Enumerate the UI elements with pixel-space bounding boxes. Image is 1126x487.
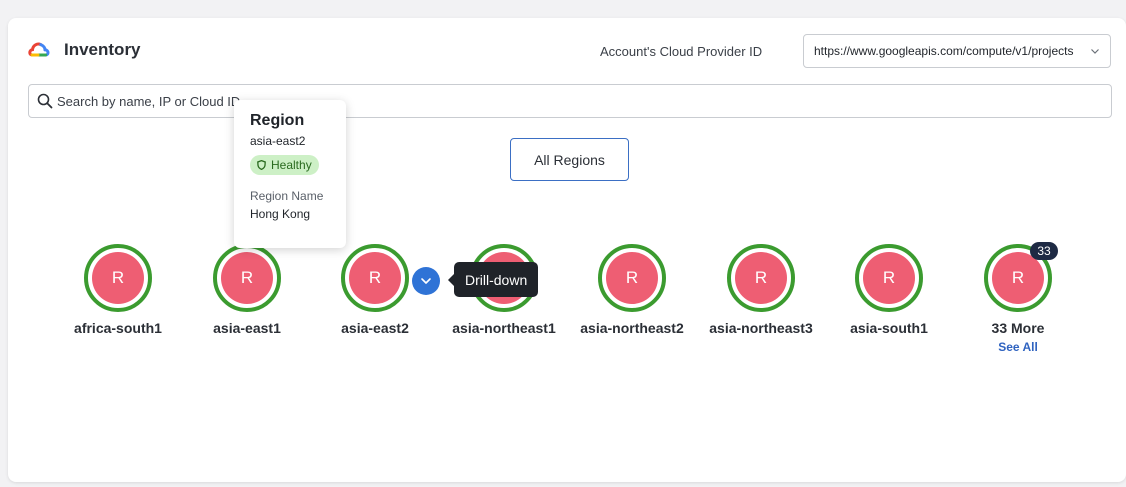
region-node-asia-south1: R asia-south1 <box>825 244 953 336</box>
region-name-label: Region Name <box>250 189 324 203</box>
inventory-panel: Inventory Account's Cloud Provider ID ht… <box>8 18 1126 482</box>
google-cloud-logo-icon <box>28 42 50 57</box>
chevron-down-icon <box>421 278 431 284</box>
region-avatar[interactable]: R <box>84 244 152 312</box>
region-avatar[interactable]: R <box>727 244 795 312</box>
region-initial: R <box>863 252 915 304</box>
provider-id-select[interactable]: https://www.googleapis.com/compute/v1/pr… <box>803 34 1111 68</box>
region-name: asia-east2 <box>341 320 409 336</box>
region-node-asia-northeast3: R asia-northeast3 <box>697 244 825 336</box>
region-avatar[interactable]: R <box>598 244 666 312</box>
page-title: Inventory <box>64 40 141 59</box>
region-initial: R <box>92 252 144 304</box>
region-name: asia-northeast1 <box>452 320 556 336</box>
see-all-link[interactable]: See All <box>954 340 1082 354</box>
provider-id-value: https://www.googleapis.com/compute/v1/pr… <box>814 44 1074 58</box>
region-initial: R <box>349 252 401 304</box>
region-name: asia-northeast2 <box>580 320 684 336</box>
search-input[interactable] <box>57 93 1097 109</box>
provider-id-label: Account's Cloud Provider ID <box>600 44 763 59</box>
region-node-asia-northeast2: R asia-northeast2 <box>568 244 696 336</box>
region-name: asia-northeast3 <box>709 320 813 336</box>
chevron-down-icon <box>1091 49 1099 54</box>
region-avatar[interactable]: R <box>341 244 409 312</box>
status-text: Healthy <box>271 158 312 172</box>
region-details-popover: Region asia-east2 Healthy Region Name Ho… <box>234 100 346 248</box>
region-name: africa-south1 <box>74 320 162 336</box>
region-node-africa-south1: R africa-south1 <box>54 244 182 336</box>
inventory-header: Inventory <box>28 40 141 60</box>
region-node-asia-east1: R asia-east1 <box>183 244 311 336</box>
all-regions-button[interactable]: All Regions <box>510 138 629 181</box>
region-node-more: R 33 33 More See All <box>954 242 1082 354</box>
region-name: asia-south1 <box>850 320 928 336</box>
popover-region-id: asia-east2 <box>250 134 306 148</box>
shield-icon <box>257 160 266 170</box>
popover-title: Region <box>250 112 305 129</box>
region-name: asia-east1 <box>213 320 281 336</box>
search-icon <box>37 93 53 109</box>
region-avatar[interactable]: R <box>855 244 923 312</box>
drill-down-button[interactable] <box>412 267 440 295</box>
region-name: 33 More <box>991 320 1045 336</box>
region-initial: R <box>221 252 273 304</box>
drill-down-tooltip: Drill-down <box>447 262 539 297</box>
region-avatar[interactable]: R <box>213 244 281 312</box>
region-name-value: Hong Kong <box>250 207 311 221</box>
status-badge: Healthy <box>250 155 319 175</box>
search-box <box>28 84 1112 118</box>
region-initial: R <box>735 252 787 304</box>
more-count-badge: 33 <box>1030 242 1058 260</box>
region-initial: R <box>606 252 658 304</box>
